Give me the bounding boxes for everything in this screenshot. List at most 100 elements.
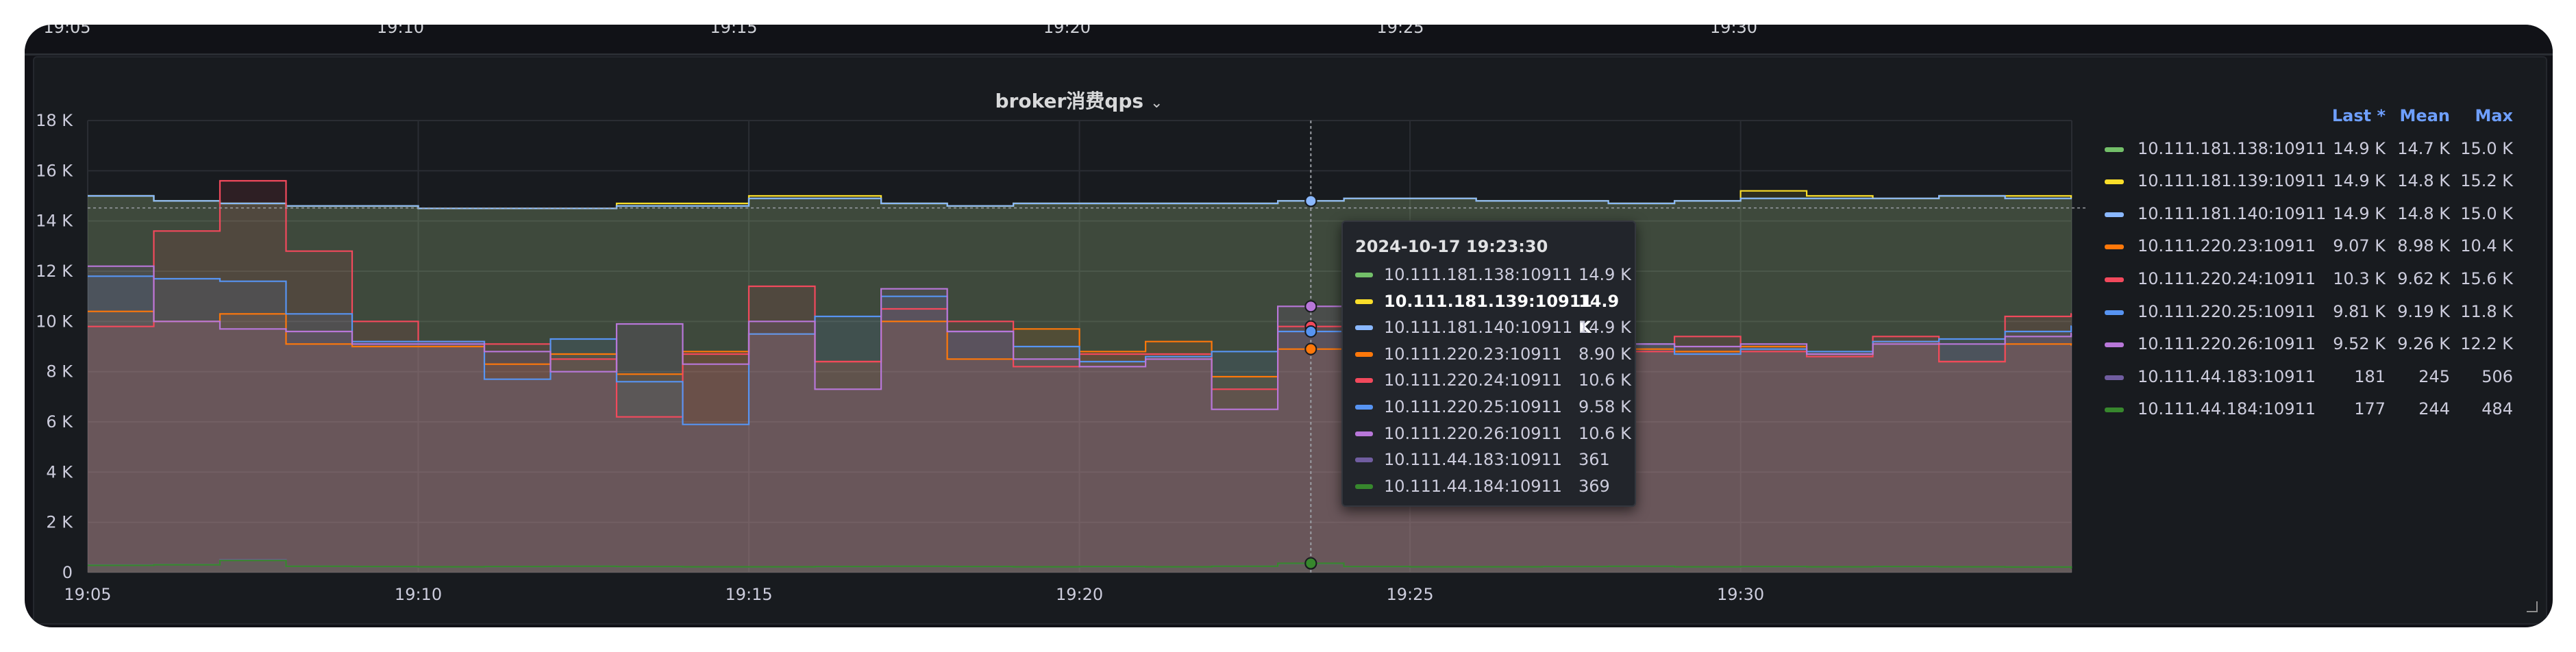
legend-header-last[interactable]: Last * xyxy=(2332,100,2386,133)
legend-swatch xyxy=(2105,147,2124,152)
legend-swatch xyxy=(2105,277,2124,282)
tooltip-series-name: 10.111.220.25:10911 xyxy=(1384,397,1563,416)
tooltip-row: 10.111.220.23:10911 8.90 K xyxy=(1343,341,1635,368)
tooltip-swatch xyxy=(1355,325,1373,331)
legend-series-name[interactable]: 10.111.220.26:10911 xyxy=(2138,328,2316,361)
legend-series-name[interactable]: 10.111.220.25:10911 xyxy=(2138,296,2316,329)
legend-item[interactable]: 10.111.181.139:10911 14.9 K 14.8 K 15.2 K xyxy=(2096,165,2521,198)
legend-swatch xyxy=(2105,342,2124,348)
legend-swatch xyxy=(2105,179,2124,185)
legend-mean-value: 245 xyxy=(2418,366,2450,386)
legend-mean-value: 9.62 K xyxy=(2397,268,2450,288)
legend-series-name[interactable]: 10.111.44.184:10911 xyxy=(2138,393,2316,426)
legend-max-value: 15.6 K xyxy=(2460,268,2513,288)
legend-item[interactable]: 10.111.44.184:10911 177 244 484 xyxy=(2096,393,2521,426)
top-axis-tick-label: 19:20 xyxy=(1043,25,1091,37)
tooltip-series-value: 361 xyxy=(1578,450,1610,470)
legend-mean-value: 14.8 K xyxy=(2397,203,2450,223)
legend-last-value: 181 xyxy=(2354,366,2386,386)
top-axis-tick-label: 19:25 xyxy=(1376,25,1424,37)
tooltip-swatch xyxy=(1355,457,1373,463)
resize-handle-icon[interactable] xyxy=(2527,601,2538,612)
tooltip-row: 10.111.181.138:10911 14.9 K xyxy=(1343,262,1635,288)
panel-header[interactable]: broker消费qps ⌄ xyxy=(34,86,2124,114)
tooltip-series-name: 10.111.220.26:10911 xyxy=(1384,423,1563,443)
legend-mean-value: 9.19 K xyxy=(2397,301,2450,321)
tooltip-swatch xyxy=(1355,299,1373,304)
legend-max-value: 15.0 K xyxy=(2460,203,2513,223)
top-axis-tick-label: 19:05 xyxy=(43,25,91,37)
legend-header-mean[interactable]: Mean xyxy=(2400,100,2450,133)
tooltip-row: 10.111.44.184:10911 369 xyxy=(1343,473,1635,500)
tooltip-series-value: 369 xyxy=(1578,476,1610,496)
legend-last-value: 10.3 K xyxy=(2333,268,2386,288)
legend-header-max[interactable]: Max xyxy=(2475,100,2513,133)
legend-swatch xyxy=(2105,408,2124,413)
legend-series-name[interactable]: 10.111.44.183:10911 xyxy=(2138,361,2316,394)
legend-item[interactable]: 10.111.44.183:10911 181 245 506 xyxy=(2096,361,2521,394)
tooltip-row: 10.111.181.140:10911 14.9 K xyxy=(1343,314,1635,341)
legend-max-value: 15.0 K xyxy=(2460,138,2513,158)
legend-series-name[interactable]: 10.111.181.138:10911 xyxy=(2138,133,2326,166)
tooltip-swatch xyxy=(1355,351,1373,357)
legend-mean-value: 9.26 K xyxy=(2397,334,2450,354)
tooltip-series-value: 9.58 K xyxy=(1578,397,1631,416)
legend-item[interactable]: 10.111.220.26:10911 9.52 K 9.26 K 12.2 K xyxy=(2096,328,2521,361)
tooltip-swatch xyxy=(1355,273,1373,277)
tooltip-row: 10.111.220.25:10911 9.58 K xyxy=(1343,394,1635,421)
tooltip-series-name: 10.111.220.23:10911 xyxy=(1384,344,1563,364)
legend-last-value: 9.07 K xyxy=(2333,236,2386,256)
hover-tooltip: 2024-10-17 19:23:30 10.111.181.138:10911… xyxy=(1341,221,1636,507)
tooltip-time: 2024-10-17 19:23:30 xyxy=(1355,237,1548,256)
tooltip-swatch xyxy=(1355,431,1373,436)
legend-series-name[interactable]: 10.111.181.139:10911 xyxy=(2138,165,2326,198)
tooltip-row: 10.111.220.26:10911 10.6 K xyxy=(1343,421,1635,447)
top-axis-tick-label: 19:30 xyxy=(1709,25,1758,37)
tooltip-series-value: 8.90 K xyxy=(1578,344,1631,364)
legend-last-value: 177 xyxy=(2354,399,2386,419)
top-axis-tick-label: 19:10 xyxy=(376,25,425,37)
chevron-down-icon[interactable]: ⌄ xyxy=(1150,95,1163,112)
legend-item[interactable]: 10.111.220.25:10911 9.81 K 9.19 K 11.8 K xyxy=(2096,296,2521,329)
legend-series-name[interactable]: 10.111.181.140:10911 xyxy=(2138,198,2326,231)
tooltip-series-value: 14.9 K xyxy=(1578,318,1631,338)
legend-max-value: 506 xyxy=(2481,366,2513,386)
previous-panel-time-axis: 19:05 19:10 19:15 19:20 19:25 19:30 xyxy=(25,25,2553,55)
tooltip-swatch xyxy=(1355,484,1373,489)
legend-mean-value: 8.98 K xyxy=(2397,236,2450,256)
tooltip-series-name: 10.111.44.183:10911 xyxy=(1384,450,1563,470)
legend-mean-value: 14.7 K xyxy=(2397,138,2450,158)
legend-swatch xyxy=(2105,212,2124,217)
legend-series-name[interactable]: 10.111.220.24:10911 xyxy=(2138,263,2316,296)
legend-header-row: Last * Mean Max xyxy=(2096,100,2521,133)
tooltip-row: 10.111.44.183:10911 361 xyxy=(1343,447,1635,473)
panel-title[interactable]: broker消费qps xyxy=(995,90,1144,112)
tooltip-swatch xyxy=(1355,405,1373,410)
tooltip-swatch xyxy=(1355,378,1373,384)
tooltip-series-name: 10.111.44.184:10911 xyxy=(1384,476,1563,496)
legend-max-value: 484 xyxy=(2481,399,2513,419)
legend-mean-value: 244 xyxy=(2418,399,2450,419)
legend-item[interactable]: 10.111.181.140:10911 14.9 K 14.8 K 15.0 K xyxy=(2096,198,2521,231)
legend-last-value: 9.81 K xyxy=(2333,301,2386,321)
legend-last-value: 9.52 K xyxy=(2333,334,2386,354)
tooltip-series-value: 10.6 K xyxy=(1578,423,1631,443)
legend-swatch xyxy=(2105,310,2124,315)
legend-series-name[interactable]: 10.111.220.23:10911 xyxy=(2138,230,2316,263)
legend-item[interactable]: 10.111.220.24:10911 10.3 K 9.62 K 15.6 K xyxy=(2096,263,2521,296)
legend-item[interactable]: 10.111.181.138:10911 14.9 K 14.7 K 15.0 K xyxy=(2096,133,2521,166)
legend-swatch xyxy=(2105,375,2124,380)
tooltip-series-value: 10.6 K xyxy=(1578,371,1631,390)
legend-max-value: 11.8 K xyxy=(2460,301,2513,321)
legend-max-value: 15.2 K xyxy=(2460,171,2513,191)
tooltip-series-name: 10.111.181.139:10911 xyxy=(1384,291,1593,311)
legend-max-value: 10.4 K xyxy=(2460,236,2513,256)
tooltip-series-name: 10.111.181.140:10911 xyxy=(1384,318,1573,338)
tooltip-series-name: 10.111.181.138:10911 xyxy=(1384,265,1573,284)
legend-swatch xyxy=(2105,244,2124,250)
legend-item[interactable]: 10.111.220.23:10911 9.07 K 8.98 K 10.4 K xyxy=(2096,230,2521,263)
legend-table: Last * Mean Max 10.111.181.138:10911 14.9… xyxy=(2096,100,2521,426)
top-axis-tick-label: 19:15 xyxy=(710,25,758,37)
legend-mean-value: 14.8 K xyxy=(2397,171,2450,191)
legend-last-value: 14.9 K xyxy=(2333,171,2386,191)
